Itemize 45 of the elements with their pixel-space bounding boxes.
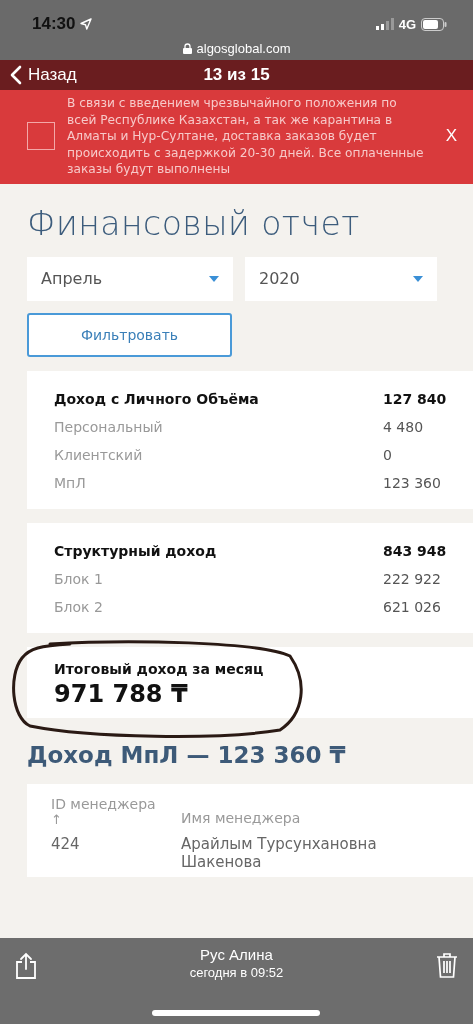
checkbox[interactable] (27, 122, 55, 151)
item-label: МпЛ (54, 474, 86, 491)
group-title: Структурный доход (54, 542, 217, 559)
chevron-left-icon (10, 65, 22, 85)
battery-icon (421, 17, 447, 31)
item-label: Клиентский (54, 446, 143, 463)
item-value: 621 026 (383, 598, 442, 615)
group-total: 127 840 (383, 390, 445, 407)
back-button[interactable]: Назад (10, 65, 77, 85)
group-total: 843 948 (383, 542, 445, 559)
location-arrow-icon (80, 18, 93, 30)
table-cell-text: 424 (51, 834, 81, 853)
table-cell-text: Арайлым Турсунхановна Шакенова (181, 834, 378, 871)
page-title: Финансовый отчет (27, 203, 361, 243)
group-title: Доход с Личного Объёма (54, 390, 259, 407)
network-label: 4G (398, 16, 416, 32)
item-value: 123 360 (383, 474, 442, 491)
sent-time: сегодня в 09:52 (189, 965, 284, 980)
item-label: Блок 2 (54, 598, 103, 615)
filter-button[interactable]: Фильтровать (27, 312, 232, 357)
signal-icon (375, 18, 394, 30)
section-heading: Доход МпЛ — 123 360 ₸ (27, 741, 347, 768)
clock-time: 14:30 (32, 14, 76, 34)
item-label: Блок 1 (54, 570, 103, 587)
column-header[interactable]: Имя менеджера (181, 809, 301, 826)
close-button[interactable]: X (441, 126, 461, 147)
photo-counter: 13 из 15 (203, 65, 270, 85)
dropdown[interactable]: Апрель (27, 256, 233, 301)
lock-icon (182, 43, 192, 54)
caret-down-icon (209, 275, 219, 282)
sort-arrow[interactable]: ↑ (51, 811, 181, 827)
total-amount: 971 788 ₸ (54, 679, 189, 708)
item-value: 4 480 (383, 418, 425, 435)
notice-text: В связи с введением чрезвычайного положения по всей Республике Казахстан, а так же карантина в Алматы и Нур-Султане, доставка заказов будет происходить с задержкой 20-30 дней. Все оплаченные заказы будут выполнены (67, 95, 425, 178)
trash-icon (436, 952, 458, 978)
url-text[interactable]: algosglobal.com (196, 41, 291, 56)
dropdown[interactable]: 2020 (245, 256, 437, 301)
share-icon (15, 952, 37, 980)
item-value: 222 922 (383, 570, 442, 587)
sender-name: Рус Алина (199, 946, 274, 963)
caret-down-icon (413, 275, 423, 282)
item-value: 0 (383, 446, 393, 463)
total-label: Итоговый доход за месяц (54, 660, 265, 677)
column-header[interactable]: ID менеджера (51, 795, 181, 812)
item-label: Персональный (54, 418, 163, 435)
